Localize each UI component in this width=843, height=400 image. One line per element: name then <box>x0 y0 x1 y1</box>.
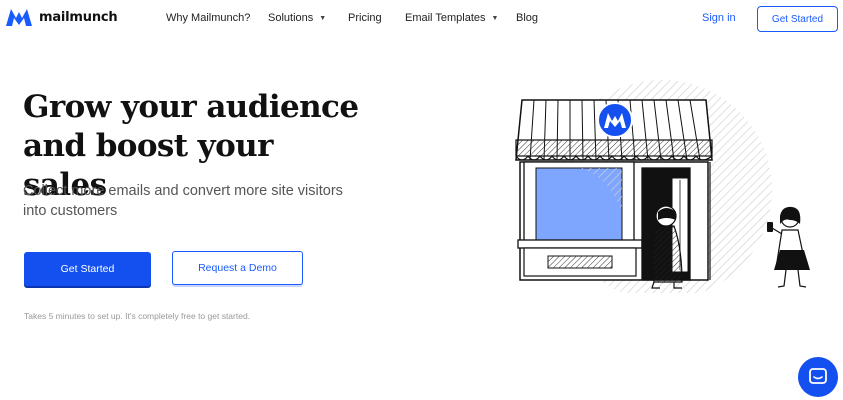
nav-item-why-mailmunch[interactable]: Why Mailmunch? <box>166 12 250 24</box>
chevron-down-icon: ▼ <box>319 14 327 22</box>
nav-item-label: Blog <box>516 12 539 24</box>
nav-get-started-button[interactable]: Get Started <box>757 6 838 32</box>
nav-item-pricing[interactable]: Pricing <box>348 12 382 24</box>
storefront-illustration <box>515 80 810 293</box>
nav-item-email-templates[interactable]: Email Templates ▼ <box>405 12 498 24</box>
request-demo-button[interactable]: Request a Demo <box>172 251 303 285</box>
hero-subheadline: Collect more emails and convert more sit… <box>23 183 343 219</box>
nav-item-label: Pricing <box>348 12 382 24</box>
nav-item-blog[interactable]: Blog <box>516 12 538 24</box>
setup-note: Takes 5 minutes to set up. It's complete… <box>24 311 251 321</box>
top-navigation: mailmunch Why Mailmunch? Solutions ▼ Pri… <box>0 0 843 37</box>
nav-item-solutions[interactable]: Solutions ▼ <box>268 12 326 24</box>
chat-launcher-button[interactable] <box>798 357 838 397</box>
nav-item-label: Email Templates <box>405 12 486 24</box>
chat-bubble-icon <box>809 368 827 384</box>
chevron-down-icon: ▼ <box>491 14 499 22</box>
nav-item-label: Solutions <box>268 12 314 24</box>
get-started-button[interactable]: Get Started <box>24 252 151 286</box>
hero-headline-line-1: Grow your audience <box>23 89 359 125</box>
nav-item-label: Why Mailmunch? <box>166 12 251 24</box>
sign-in-link[interactable]: Sign in <box>702 12 736 24</box>
